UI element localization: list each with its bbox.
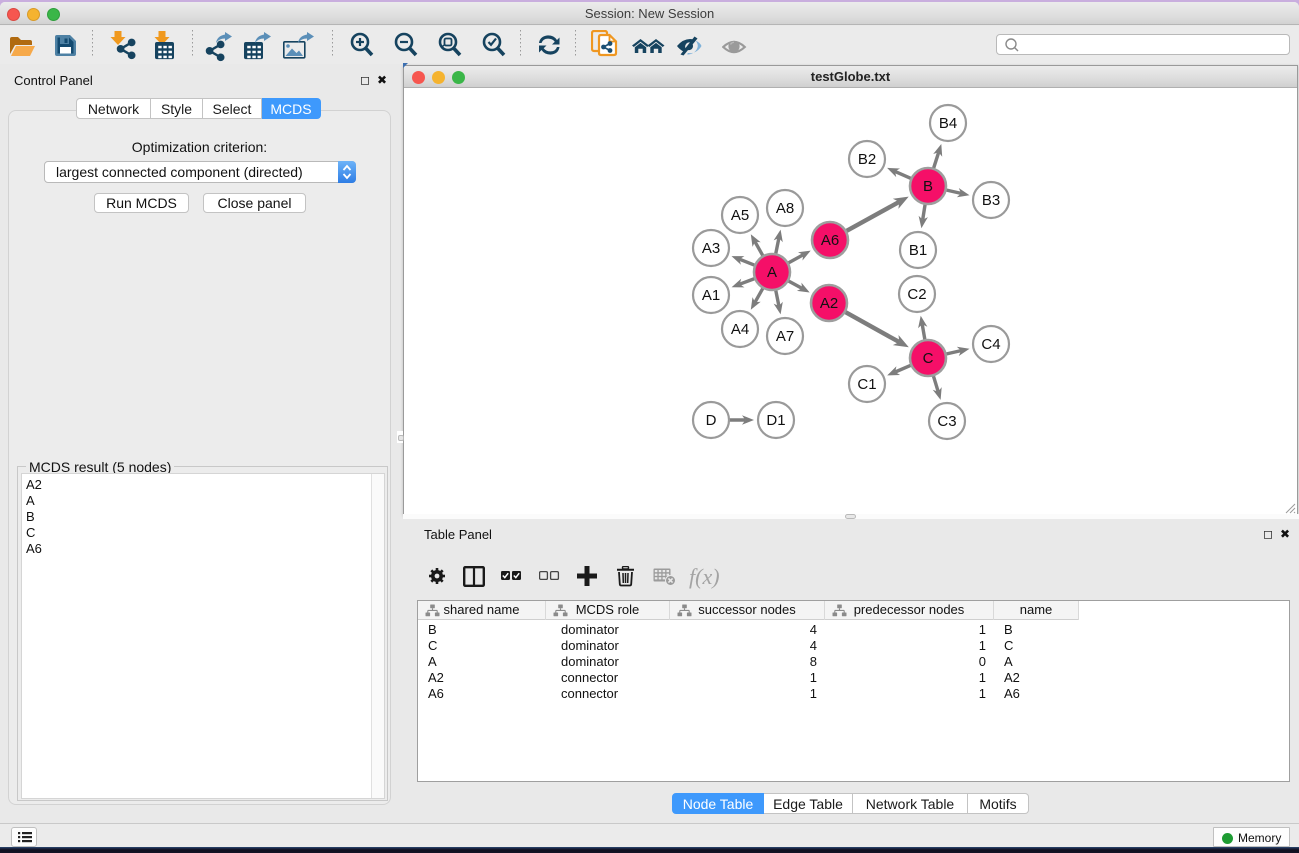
svg-text:A5: A5 bbox=[731, 207, 749, 224]
svg-text:B3: B3 bbox=[982, 192, 1000, 209]
svg-text:B1: B1 bbox=[909, 242, 927, 259]
svg-text:B: B bbox=[923, 178, 933, 195]
svg-text:B2: B2 bbox=[858, 151, 876, 168]
svg-text:B4: B4 bbox=[939, 115, 957, 132]
svg-text:A4: A4 bbox=[731, 321, 749, 338]
svg-text:A: A bbox=[767, 264, 777, 281]
svg-text:A1: A1 bbox=[702, 287, 720, 304]
svg-text:C4: C4 bbox=[981, 336, 1000, 353]
svg-text:C3: C3 bbox=[937, 413, 956, 430]
svg-text:C1: C1 bbox=[857, 376, 876, 393]
svg-text:C2: C2 bbox=[907, 286, 926, 303]
svg-text:C: C bbox=[923, 350, 934, 367]
svg-text:A8: A8 bbox=[776, 200, 794, 217]
svg-text:A2: A2 bbox=[820, 295, 838, 312]
svg-text:D1: D1 bbox=[766, 412, 785, 429]
svg-text:A7: A7 bbox=[776, 328, 794, 345]
svg-text:A6: A6 bbox=[821, 232, 839, 249]
svg-text:A3: A3 bbox=[702, 240, 720, 257]
svg-text:D: D bbox=[706, 412, 717, 429]
